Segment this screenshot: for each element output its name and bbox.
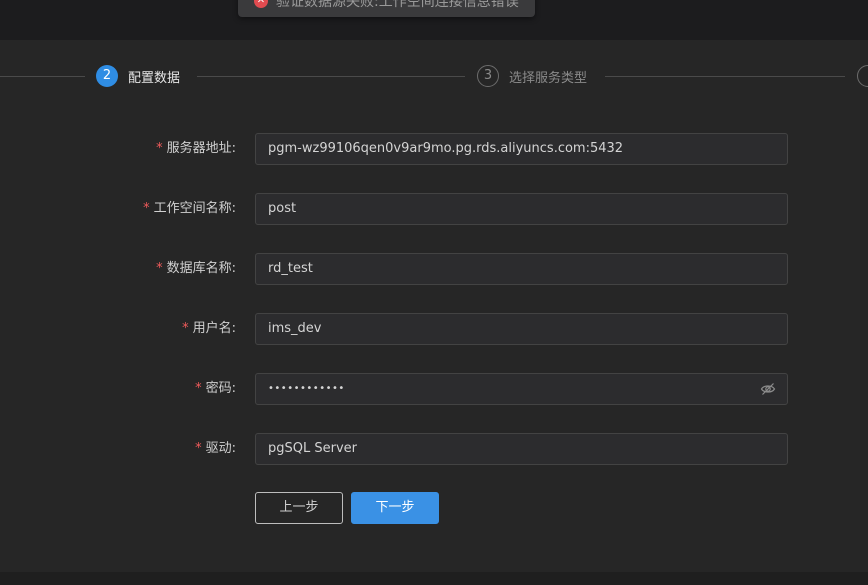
driver-input[interactable]: pgSQL Server bbox=[255, 433, 788, 465]
workspace-name-row: * 工作空间名称: post bbox=[0, 193, 868, 225]
required-mark: * bbox=[195, 441, 202, 456]
username-row: * 用户名: ims_dev bbox=[0, 313, 868, 345]
database-name-label: * 数据库名称: bbox=[156, 261, 236, 276]
workspace-name-label: * 工作空间名称: bbox=[143, 201, 236, 216]
step-2-indicator: 2 bbox=[96, 65, 118, 87]
required-mark: * bbox=[156, 261, 163, 276]
server-address-row: * 服务器地址: pgm-wz99106qen0v9ar9mo.pg.rds.al… bbox=[0, 133, 868, 165]
driver-label: * 驱动: bbox=[195, 441, 236, 456]
password-input[interactable]: •••••••••••• bbox=[255, 373, 788, 405]
bottom-strip bbox=[0, 572, 868, 585]
password-label: * 密码: bbox=[195, 381, 236, 396]
required-mark: * bbox=[182, 321, 189, 336]
required-mark: * bbox=[195, 381, 202, 396]
required-mark: * bbox=[143, 201, 150, 216]
step-3-indicator: 3 bbox=[477, 65, 499, 87]
error-icon: ✕ bbox=[254, 0, 268, 8]
driver-row: * 驱动: pgSQL Server bbox=[0, 433, 868, 465]
workspace-name-input[interactable]: post bbox=[255, 193, 788, 225]
step-connector-right bbox=[605, 76, 845, 77]
next-step-button[interactable]: 下一步 bbox=[351, 492, 439, 524]
step-connector-left bbox=[0, 76, 85, 77]
username-input[interactable]: ims_dev bbox=[255, 313, 788, 345]
database-name-row: * 数据库名称: rd_test bbox=[0, 253, 868, 285]
server-address-label: * 服务器地址: bbox=[156, 141, 236, 156]
eye-hidden-icon[interactable] bbox=[760, 381, 776, 397]
error-toast: ✕ 验证数据源失败:工作空间连接信息错误 bbox=[238, 0, 535, 17]
toast-message: 验证数据源失败:工作空间连接信息错误 bbox=[276, 0, 519, 10]
password-row: * 密码: •••••••••••• bbox=[0, 373, 868, 405]
step-2-label: 配置数据 bbox=[128, 71, 181, 86]
step-connector-middle bbox=[197, 76, 465, 77]
required-mark: * bbox=[156, 141, 163, 156]
username-label: * 用户名: bbox=[182, 321, 236, 336]
step-3-label: 选择服务类型 bbox=[509, 71, 588, 86]
server-address-input[interactable]: pgm-wz99106qen0v9ar9mo.pg.rds.aliyuncs.c… bbox=[255, 133, 788, 165]
database-name-input[interactable]: rd_test bbox=[255, 253, 788, 285]
previous-step-button[interactable]: 上一步 bbox=[255, 492, 343, 524]
